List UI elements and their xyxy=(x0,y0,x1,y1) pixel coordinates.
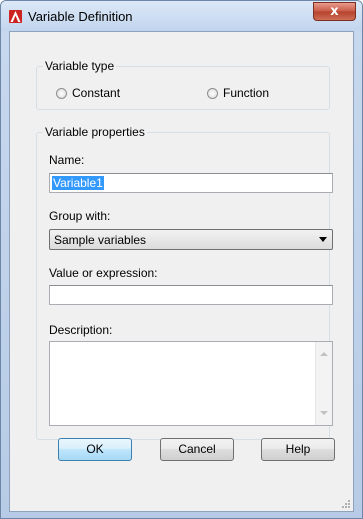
function-radio[interactable] xyxy=(207,87,218,99)
scroll-down-icon[interactable] xyxy=(320,411,328,415)
variable-definition-dialog: Variable Definition x Variable type Cons… xyxy=(0,0,363,519)
close-button[interactable]: x xyxy=(313,2,356,21)
chevron-down-icon xyxy=(319,237,327,242)
value-expression-label: Value or expression: xyxy=(49,266,158,280)
variable-properties-legend: Variable properties xyxy=(43,125,147,139)
dialog-content: Variable type Constant Function Variable… xyxy=(9,31,354,512)
scroll-up-icon[interactable] xyxy=(320,352,328,356)
close-icon: x xyxy=(330,4,339,19)
cancel-button[interactable]: Cancel xyxy=(160,438,234,461)
ok-button[interactable]: OK xyxy=(58,438,132,461)
name-label: Name: xyxy=(49,153,85,167)
variable-properties-group: Variable properties Name: Variable1 Grou… xyxy=(36,125,333,440)
autocad-icon xyxy=(9,10,22,23)
description-label: Description: xyxy=(49,323,113,337)
dialog-title: Variable Definition xyxy=(28,9,133,24)
value-expression-field[interactable] xyxy=(49,285,333,305)
description-field[interactable] xyxy=(49,341,333,426)
name-field[interactable]: Variable1 xyxy=(49,173,333,193)
group-with-value: Sample variables xyxy=(54,233,147,247)
title-bar[interactable]: Variable Definition x xyxy=(1,1,362,31)
function-radio-option[interactable]: Function xyxy=(207,86,269,100)
constant-radio-label: Constant xyxy=(72,86,121,100)
variable-type-group: Variable type Constant Function xyxy=(36,59,330,110)
group-with-dropdown[interactable]: Sample variables xyxy=(49,229,333,250)
group-with-label: Group with: xyxy=(49,209,111,223)
constant-radio-option[interactable]: Constant xyxy=(56,86,120,100)
constant-radio[interactable] xyxy=(56,87,67,99)
description-scrollbar[interactable] xyxy=(315,342,332,425)
function-radio-label: Function xyxy=(223,86,270,100)
name-field-value: Variable1 xyxy=(52,176,104,190)
resize-grip-icon[interactable] xyxy=(341,499,351,509)
help-button[interactable]: Help xyxy=(261,438,335,461)
variable-type-legend: Variable type xyxy=(43,59,117,73)
